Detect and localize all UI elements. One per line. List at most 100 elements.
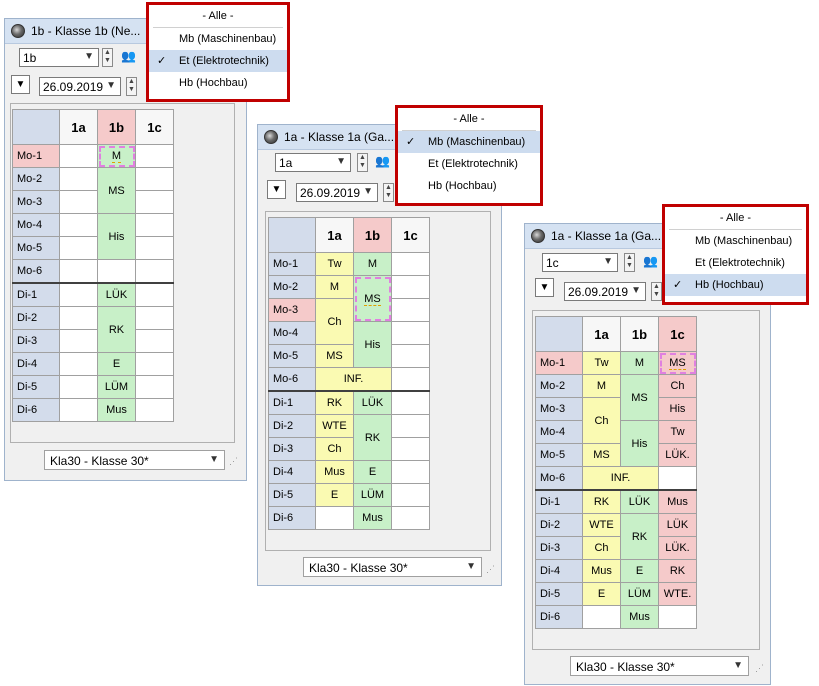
resize-grip-icon[interactable]: ⋰ <box>229 456 238 467</box>
lesson-cell[interactable] <box>315 506 354 530</box>
lesson-cell[interactable] <box>582 605 621 629</box>
menu-item-et[interactable]: Et (Elektrotechnik) <box>665 252 806 274</box>
lesson-cell[interactable] <box>391 298 430 322</box>
lesson-cell[interactable] <box>135 213 174 237</box>
lesson-cell[interactable]: E <box>353 460 392 484</box>
resize-grip-icon[interactable]: ⋰ <box>486 564 495 575</box>
lesson-cell[interactable] <box>391 460 430 484</box>
lesson-cell[interactable]: M <box>582 374 621 398</box>
lesson-cell[interactable] <box>135 190 174 214</box>
lesson-cell[interactable]: His <box>353 321 392 368</box>
class-footer-select[interactable]: Kla30 - Klasse 30* ▼ <box>44 450 225 470</box>
lesson-cell[interactable]: Mus <box>97 398 136 422</box>
lesson-cell[interactable]: LÜK <box>658 513 697 537</box>
lesson-cell[interactable]: Mus <box>353 506 392 530</box>
lesson-cell[interactable] <box>135 306 174 330</box>
lesson-cell[interactable] <box>391 344 430 368</box>
filter-dropdown-button[interactable]: ▼ <box>267 180 286 199</box>
column-header[interactable]: 1b <box>97 109 136 145</box>
lesson-cell[interactable]: RK <box>582 489 621 514</box>
column-header[interactable]: 1a <box>582 316 621 352</box>
lesson-cell[interactable]: LÜK. <box>658 443 697 467</box>
lesson-cell[interactable]: MS <box>353 275 392 322</box>
arrow-down-icon[interactable]: ▼ <box>384 192 393 200</box>
menu-item-all[interactable]: - Alle - <box>665 207 806 229</box>
menu-item-all[interactable]: - Alle - <box>149 5 287 27</box>
lesson-cell[interactable] <box>391 390 430 415</box>
lesson-cell[interactable] <box>97 259 136 284</box>
date-select[interactable]: 26.09.2019 ▼ <box>564 282 646 301</box>
lesson-cell[interactable]: M <box>620 351 659 375</box>
arrow-down-icon[interactable]: ▼ <box>103 57 112 65</box>
lesson-cell[interactable] <box>135 352 174 376</box>
arrow-up-icon[interactable]: ▲ <box>652 283 661 291</box>
arrow-down-icon[interactable]: ▼ <box>358 162 367 170</box>
lesson-cell[interactable]: RK <box>658 559 697 583</box>
lesson-cell[interactable]: E <box>97 352 136 376</box>
lesson-cell[interactable]: INF. <box>582 466 659 491</box>
lesson-cell[interactable] <box>59 236 98 260</box>
lesson-cell[interactable] <box>391 483 430 507</box>
lesson-cell[interactable]: RK <box>97 306 136 353</box>
column-header[interactable]: 1c <box>658 316 697 352</box>
lesson-cell[interactable] <box>59 213 98 237</box>
people-icon[interactable]: 👥 <box>375 154 390 168</box>
lesson-cell[interactable]: M <box>97 144 136 168</box>
column-header[interactable]: 1c <box>391 217 430 253</box>
lesson-cell[interactable] <box>135 282 174 307</box>
lesson-cell[interactable]: MS <box>620 374 659 421</box>
date-select[interactable]: 26.09.2019 ▼ <box>39 77 121 96</box>
lesson-cell[interactable]: Tw <box>658 420 697 444</box>
lesson-cell[interactable] <box>135 329 174 353</box>
lesson-cell[interactable]: INF. <box>315 367 392 392</box>
lesson-cell[interactable]: E <box>582 582 621 606</box>
lesson-cell[interactable] <box>135 398 174 422</box>
lesson-cell[interactable] <box>391 506 430 530</box>
class-footer-select[interactable]: Kla30 - Klasse 30* ▼ <box>303 557 482 577</box>
date-spinner[interactable]: ▲ ▼ <box>651 282 662 301</box>
class-spinner[interactable]: ▲ ▼ <box>357 153 368 172</box>
lesson-cell[interactable]: Ch <box>315 298 354 345</box>
lesson-cell[interactable]: His <box>620 420 659 467</box>
menu-item-et[interactable]: ✓ Et (Elektrotechnik) <box>149 50 287 72</box>
lesson-cell[interactable]: WTE <box>582 513 621 537</box>
lesson-cell[interactable]: Ch <box>582 536 621 560</box>
filter-dropdown-button[interactable]: ▼ <box>11 75 30 94</box>
lesson-cell[interactable]: Mus <box>315 460 354 484</box>
menu-item-hb[interactable]: ✓ Hb (Hochbau) <box>665 274 806 296</box>
lesson-cell[interactable] <box>59 398 98 422</box>
lesson-cell[interactable]: Ch <box>582 397 621 444</box>
lesson-cell[interactable]: His <box>97 213 136 260</box>
lesson-cell[interactable] <box>135 236 174 260</box>
lesson-cell[interactable]: LÜK <box>97 282 136 307</box>
arrow-up-icon[interactable]: ▲ <box>625 254 634 262</box>
people-icon[interactable]: 👥 <box>121 49 136 63</box>
lesson-cell[interactable] <box>658 466 697 491</box>
lesson-cell[interactable] <box>59 306 98 330</box>
arrow-down-icon[interactable]: ▼ <box>652 291 661 299</box>
lesson-cell[interactable]: MS <box>582 443 621 467</box>
column-header[interactable]: 1a <box>315 217 354 253</box>
class-spinner[interactable]: ▲ ▼ <box>624 253 635 272</box>
column-header[interactable]: 1b <box>353 217 392 253</box>
menu-item-mb[interactable]: Mb (Maschinenbau) <box>149 28 287 50</box>
lesson-cell[interactable]: LÜM <box>353 483 392 507</box>
lesson-cell[interactable]: Mus <box>658 489 697 514</box>
lesson-cell[interactable]: Tw <box>582 351 621 375</box>
lesson-cell[interactable]: Mus <box>620 605 659 629</box>
date-select[interactable]: 26.09.2019 ▼ <box>296 183 378 202</box>
lesson-cell[interactable]: Ch <box>658 374 697 398</box>
arrow-up-icon[interactable]: ▲ <box>358 154 367 162</box>
arrow-down-icon[interactable]: ▼ <box>625 262 634 270</box>
lesson-cell[interactable] <box>59 190 98 214</box>
lesson-cell[interactable]: M <box>353 252 392 276</box>
lesson-cell[interactable]: Tw <box>315 252 354 276</box>
lesson-cell[interactable]: LÜK. <box>658 536 697 560</box>
lesson-cell[interactable]: RK <box>315 390 354 415</box>
lesson-cell[interactable] <box>391 321 430 345</box>
column-header[interactable]: 1a <box>59 109 98 145</box>
column-header[interactable]: 1b <box>620 316 659 352</box>
lesson-cell[interactable] <box>391 252 430 276</box>
menu-item-all[interactable]: - Alle - <box>398 108 540 130</box>
lesson-cell[interactable]: MS <box>315 344 354 368</box>
